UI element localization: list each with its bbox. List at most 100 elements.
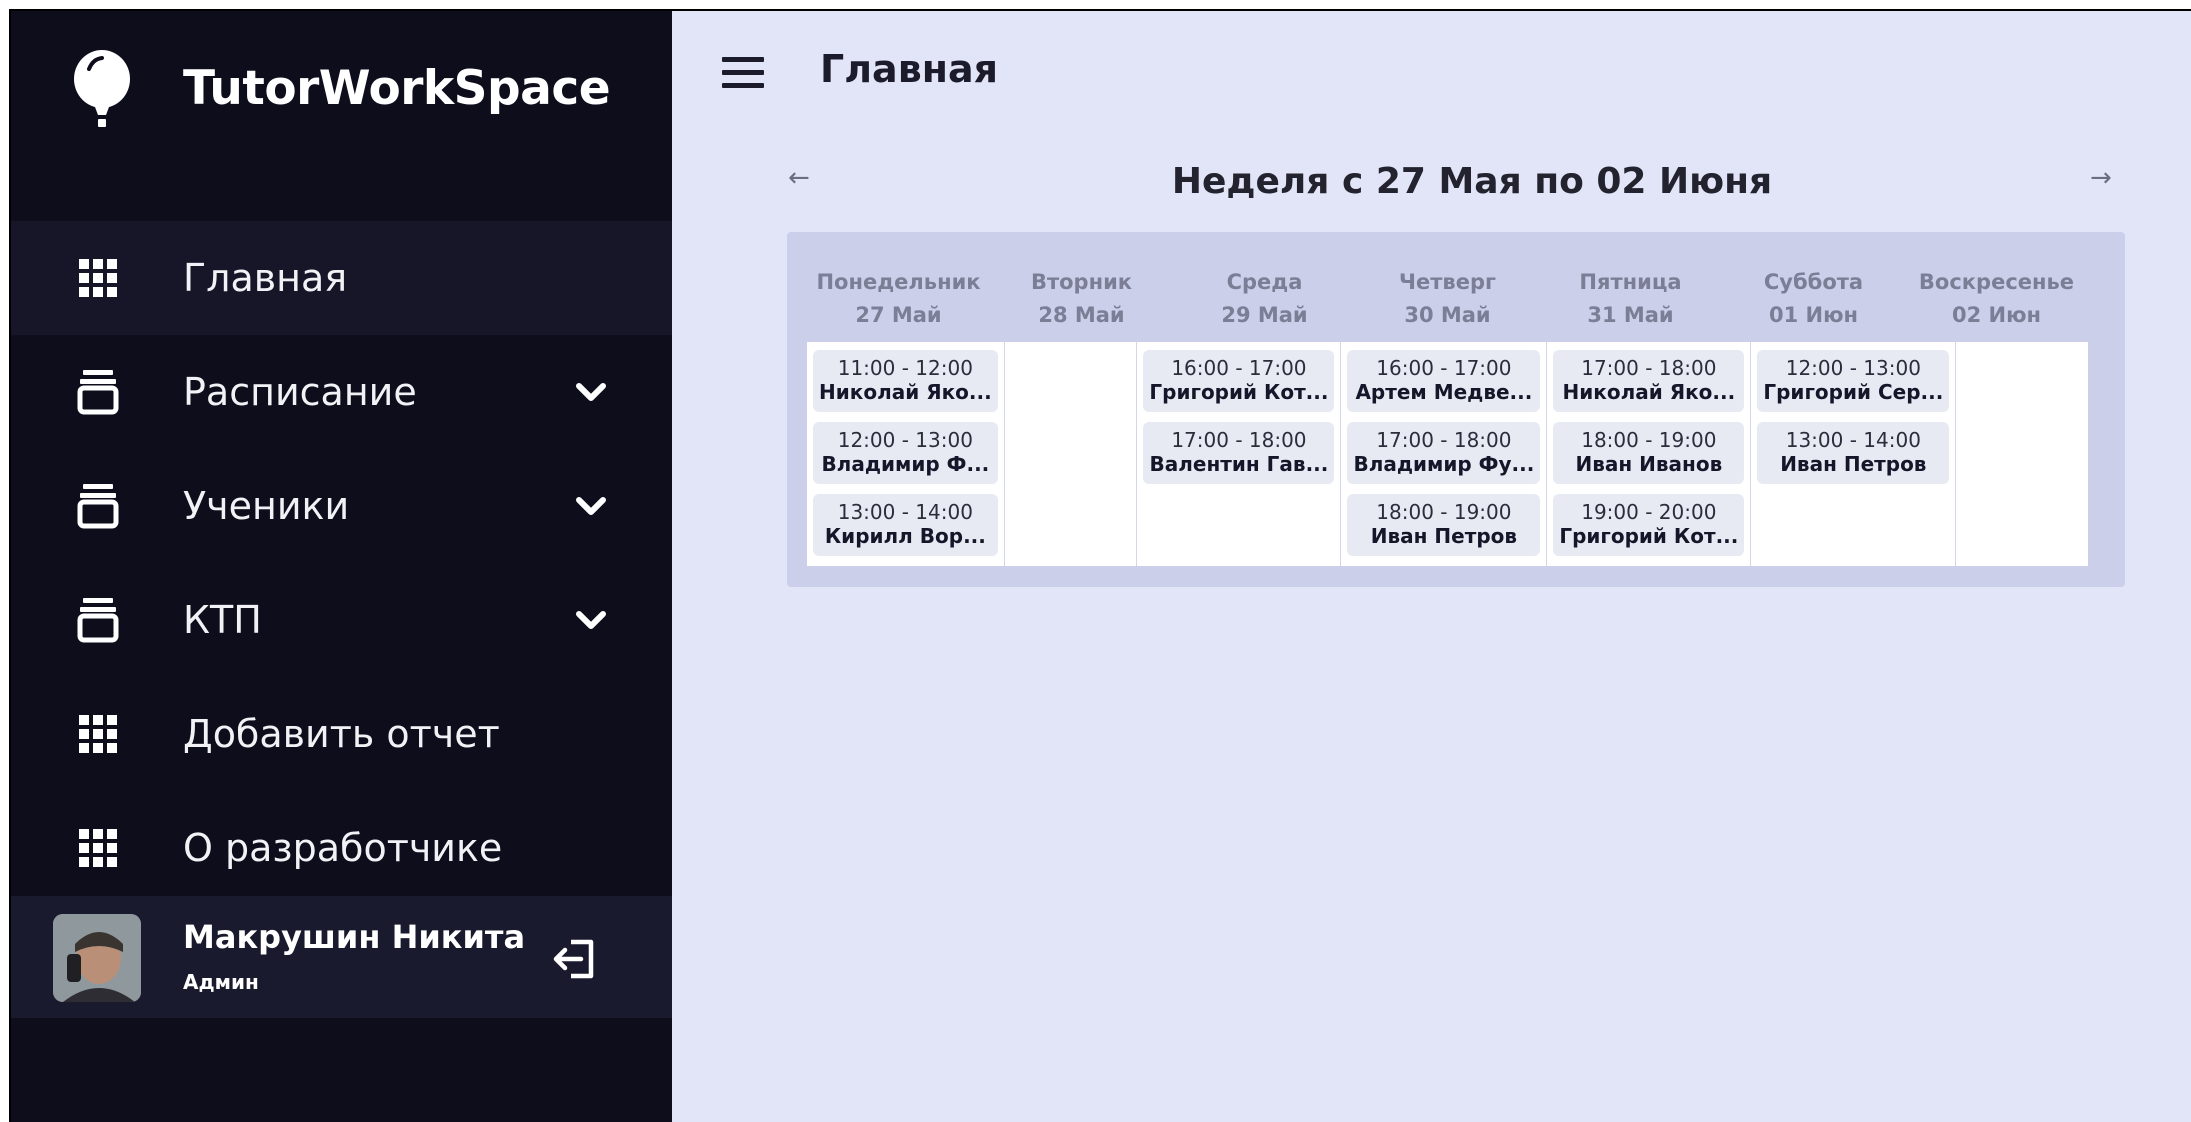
lesson-time: 17:00 - 18:00 [1376, 428, 1512, 452]
sidebar: TutorWorkSpace Главная Расписание Ученики К… [11, 11, 672, 1122]
lesson-card[interactable]: 13:00 - 14:00 Кирилл Вор... [813, 494, 998, 556]
sidebar-item-4[interactable]: Добавить отчет [11, 677, 672, 791]
avatar[interactable] [53, 914, 141, 1002]
lesson-student: Григорий Кот... [1149, 380, 1329, 404]
lesson-time: 11:00 - 12:00 [837, 356, 973, 380]
page-title: Главная [820, 47, 999, 91]
sidebar-item-label: КТП [183, 598, 262, 642]
main-content: Главная ← Неделя с 27 Мая по 02 Июня → П… [672, 11, 2191, 1122]
chevron-down-icon[interactable] [571, 600, 611, 640]
day-column: 11:00 - 12:00 Николай Яко... 12:00 - 13:00… [807, 342, 1005, 566]
lesson-student: Григорий Кот... [1559, 524, 1739, 548]
lesson-time: 18:00 - 19:00 [1376, 500, 1512, 524]
logout-icon[interactable] [551, 934, 601, 984]
lesson-card[interactable]: 18:00 - 19:00 Иван Иванов [1553, 422, 1745, 484]
lesson-time: 16:00 - 17:00 [1376, 356, 1512, 380]
lesson-student: Николай Яко... [819, 380, 992, 404]
lesson-student: Артем Медве... [1355, 380, 1533, 404]
sidebar-item-label: Добавить отчет [183, 712, 500, 756]
day-column: 16:00 - 17:00 Артем Медве... 17:00 - 18:00… [1341, 342, 1548, 566]
day-date: 27 Май [855, 303, 942, 327]
day-header: Пятница 31 Май [1539, 266, 1722, 332]
lesson-time: 12:00 - 13:00 [837, 428, 973, 452]
user-name: Макрушин Никита [183, 918, 526, 956]
lesson-time: 18:00 - 19:00 [1581, 428, 1717, 452]
sidebar-item-0[interactable]: Главная [11, 221, 672, 335]
sidebar-item-3[interactable]: КТП [11, 563, 672, 677]
day-date: 30 Май [1404, 303, 1491, 327]
lesson-student: Владимир Ф... [821, 452, 990, 476]
stack-icon [73, 367, 123, 417]
day-name: Среда [1226, 270, 1303, 294]
lesson-student: Кирилл Вор... [824, 524, 986, 548]
week-calendar: Понедельник 27 Май Вторник 28 Май Среда 29 Ма… [787, 232, 2125, 587]
day-header: Четверг 30 Май [1356, 266, 1539, 332]
day-column [1956, 342, 2088, 566]
lesson-time: 13:00 - 14:00 [837, 500, 973, 524]
day-name: Пятница [1579, 270, 1682, 294]
lesson-student: Владимир Фу... [1353, 452, 1535, 476]
lesson-student: Иван Иванов [1575, 452, 1723, 476]
brand[interactable]: TutorWorkSpace [11, 11, 672, 171]
lesson-card[interactable]: 11:00 - 12:00 Николай Яко... [813, 350, 998, 412]
lesson-time: 16:00 - 17:00 [1171, 356, 1307, 380]
day-column: 16:00 - 17:00 Григорий Кот... 17:00 - 18:0… [1137, 342, 1342, 566]
day-column: 17:00 - 18:00 Николай Яко... 18:00 - 19:00… [1547, 342, 1752, 566]
day-name: Понедельник [816, 270, 981, 294]
chevron-down-icon[interactable] [571, 486, 611, 526]
lesson-time: 19:00 - 20:00 [1581, 500, 1717, 524]
app-window: TutorWorkSpace Главная Расписание Ученики К… [9, 9, 2191, 1122]
lesson-card[interactable]: 12:00 - 13:00 Григорий Сер... [1757, 350, 1950, 412]
lesson-time: 17:00 - 18:00 [1171, 428, 1307, 452]
day-date: 28 Май [1038, 303, 1125, 327]
app-name: TutorWorkSpace [183, 61, 611, 116]
calendar-body: 11:00 - 12:00 Николай Яко... 12:00 - 13:00… [807, 342, 2088, 566]
user-role: Админ [183, 970, 259, 994]
lesson-card[interactable]: 17:00 - 18:00 Валентин Гав... [1143, 422, 1335, 484]
lesson-card[interactable]: 16:00 - 17:00 Артем Медве... [1347, 350, 1541, 412]
sidebar-item-1[interactable]: Расписание [11, 335, 672, 449]
day-name: Вторник [1030, 270, 1133, 294]
grid-icon [73, 253, 123, 303]
lesson-card[interactable]: 18:00 - 19:00 Иван Петров [1347, 494, 1541, 556]
lesson-time: 12:00 - 13:00 [1785, 356, 1921, 380]
day-header: Суббота 01 Июн [1722, 266, 1905, 332]
lesson-student: Иван Петров [1370, 524, 1518, 548]
grid-icon [73, 709, 123, 759]
day-name: Суббота [1763, 270, 1864, 294]
week-title: Неделя с 27 Мая по 02 Июня [1171, 161, 1773, 202]
chevron-down-icon[interactable] [571, 372, 611, 412]
stack-icon [73, 595, 123, 645]
lesson-card[interactable]: 12:00 - 13:00 Владимир Ф... [813, 422, 998, 484]
lesson-card[interactable]: 17:00 - 18:00 Владимир Фу... [1347, 422, 1541, 484]
day-date: 31 Май [1587, 303, 1674, 327]
lesson-card[interactable]: 19:00 - 20:00 Григорий Кот... [1553, 494, 1745, 556]
day-date: 29 Май [1221, 303, 1308, 327]
lesson-time: 17:00 - 18:00 [1581, 356, 1717, 380]
day-column [1005, 342, 1138, 566]
lesson-student: Николай Яко... [1562, 380, 1736, 404]
sidebar-item-label: О разработчике [183, 826, 503, 870]
sidebar-item-label: Ученики [183, 484, 350, 528]
lesson-time: 13:00 - 14:00 [1785, 428, 1921, 452]
lesson-card[interactable]: 17:00 - 18:00 Николай Яко... [1553, 350, 1745, 412]
sidebar-item-label: Главная [183, 256, 348, 300]
user-panel: Макрушин Никита Админ [11, 896, 672, 1018]
lesson-student: Иван Петров [1780, 452, 1927, 476]
sidebar-item-2[interactable]: Ученики [11, 449, 672, 563]
day-header: Воскресенье 02 Июн [1905, 266, 2088, 332]
lesson-card[interactable]: 13:00 - 14:00 Иван Петров [1757, 422, 1950, 484]
stack-icon [73, 481, 123, 531]
menu-toggle-icon[interactable] [722, 57, 764, 88]
day-header: Вторник 28 Май [990, 266, 1173, 332]
next-week-arrow-icon[interactable]: → [2090, 163, 2112, 193]
day-date: 01 Июн [1768, 303, 1859, 327]
lesson-card[interactable]: 16:00 - 17:00 Григорий Кот... [1143, 350, 1335, 412]
sidebar-nav: Главная Расписание Ученики КТП Добавить отче… [11, 221, 672, 905]
lesson-student: Григорий Сер... [1763, 380, 1944, 404]
sidebar-item-5[interactable]: О разработчике [11, 791, 672, 905]
day-name: Воскресенье [1918, 270, 2075, 294]
day-column: 12:00 - 13:00 Григорий Сер... 13:00 - 14:0… [1751, 342, 1957, 566]
grid-icon [73, 823, 123, 873]
calendar-header: Понедельник 27 Май Вторник 28 Май Среда 29 Ма… [807, 266, 2088, 332]
